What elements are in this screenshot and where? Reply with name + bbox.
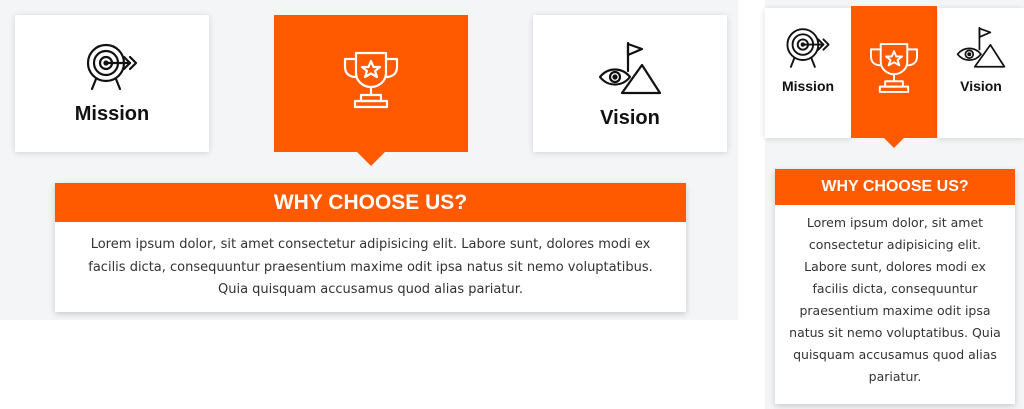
vision-label: Vision	[600, 107, 660, 129]
vision-card[interactable]: Vision	[533, 15, 727, 152]
mission-label: Mission	[781, 78, 835, 94]
vision-icon	[956, 24, 1006, 72]
why-choose-us-title: WHY CHOOSE US?	[775, 169, 1015, 205]
target-icon	[784, 24, 832, 72]
why-choose-us-text: Lorem ipsum dolor, sit amet consectetur …	[789, 215, 1001, 384]
active-card-pointer	[357, 152, 385, 166]
achievements-card[interactable]	[274, 15, 468, 152]
trophy-icon	[863, 40, 925, 96]
trophy-icon	[336, 49, 406, 111]
mobile-layout: Mission Vision WHY CHOOSE US? Lorem ipsu…	[765, 0, 1024, 409]
achievements-card[interactable]	[851, 6, 937, 138]
why-choose-us-text: Lorem ipsum dolor, sit amet consectetur …	[88, 237, 653, 297]
vision-icon	[598, 41, 662, 97]
target-icon	[84, 41, 140, 93]
active-card-pointer	[884, 138, 904, 148]
mission-card[interactable]: Mission	[765, 8, 851, 138]
why-choose-us-title: WHY CHOOSE US?	[55, 183, 686, 222]
mission-label: Mission	[74, 103, 150, 125]
vision-label: Vision	[960, 78, 1002, 94]
desktop-layout: Mission Vision WHY CHOOSE US? Lorem ipsu…	[0, 0, 738, 320]
vision-card[interactable]: Vision	[938, 8, 1024, 138]
why-choose-us-box: WHY CHOOSE US? Lorem ipsum dolor, sit am…	[55, 183, 686, 312]
why-choose-us-box: WHY CHOOSE US? Lorem ipsum dolor, sit am…	[775, 169, 1015, 404]
mission-card[interactable]: Mission	[15, 15, 209, 152]
